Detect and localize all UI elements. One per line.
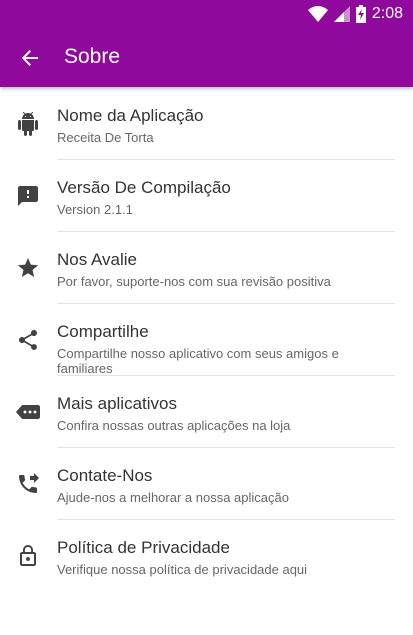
status-time: 2:08: [371, 5, 403, 22]
share-icon: [19, 330, 37, 350]
android-icon: [18, 112, 38, 136]
list-item-more-apps[interactable]: Mais aplicativos Confira nossas outras a…: [0, 376, 413, 448]
back-button[interactable]: [14, 42, 46, 74]
list-item-rate-us[interactable]: Nos Avalie Por favor, suporte-nos com su…: [0, 232, 413, 304]
lock-icon: [20, 545, 36, 566]
item-title: Nome da Aplicação: [57, 106, 204, 125]
item-subtitle: Por favor, suporte-nos com sua revisão p…: [57, 274, 331, 289]
item-title: Contate-Nos: [57, 466, 153, 485]
list-item-privacy-policy[interactable]: Política de Privacidade Verifique nossa …: [0, 520, 413, 592]
about-list: Nome da Aplicação Receita De Torta Versã…: [0, 88, 413, 592]
item-subtitle: Compartilhe nosso aplicativo com seus am…: [57, 346, 339, 376]
item-title: Versão De Compilação: [57, 178, 231, 197]
item-subtitle: Verifique nossa política de privacidade …: [57, 562, 308, 577]
status-icons: 2:08: [307, 4, 403, 24]
item-subtitle: Ajude-nos a melhorar a nossa aplicação: [57, 490, 289, 505]
list-item-share[interactable]: Compartilhe Compartilhe nosso aplicativo…: [0, 304, 413, 376]
signal-icon: [333, 6, 350, 22]
wifi-icon: [307, 6, 328, 22]
item-subtitle: Receita De Torta: [57, 130, 154, 145]
battery-charging-icon: [355, 5, 366, 23]
list-item-build-version[interactable]: Versão De Compilação Version 2.1.1: [0, 160, 413, 232]
arrow-back-icon: [22, 50, 38, 66]
feedback-icon: [18, 186, 38, 206]
list-item-app-name[interactable]: Nome da Aplicação Receita De Torta: [0, 88, 413, 160]
phone-forwarded-icon: [19, 473, 39, 493]
item-subtitle: Version 2.1.1: [57, 202, 133, 217]
item-title: Nos Avalie: [57, 250, 138, 269]
item-title: Política de Privacidade: [57, 538, 230, 557]
star-icon: [18, 258, 38, 277]
toolbar: Sobre: [0, 29, 413, 87]
list-item-contact-us[interactable]: Contate-Nos Ajude-nos a melhorar a nossa…: [0, 448, 413, 520]
status-bar: 2:08: [0, 0, 413, 29]
page-title: Sobre: [64, 45, 121, 68]
item-title: Mais aplicativos: [57, 394, 177, 413]
item-title: Compartilhe: [57, 322, 149, 341]
more-apps-icon: [16, 405, 40, 419]
item-subtitle: Confira nossas outras aplicações na loja: [57, 418, 291, 433]
